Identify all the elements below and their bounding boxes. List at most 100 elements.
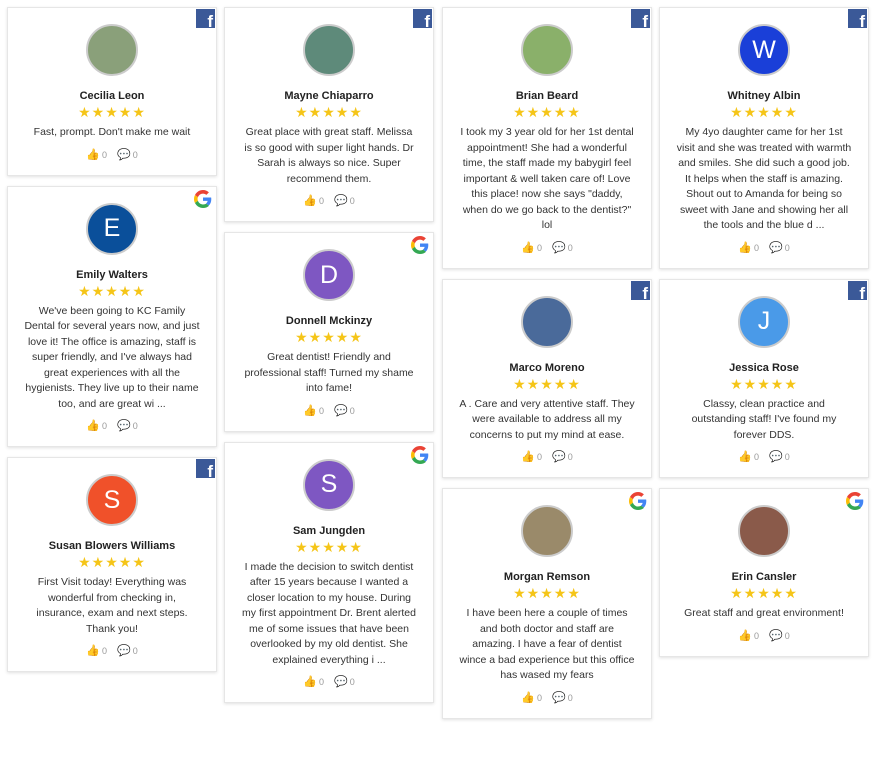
comment-count: 0 [784,630,790,641]
reviewer-name[interactable]: Sam Jungden [237,525,421,537]
facebook-icon[interactable]: f [631,9,650,30]
reviewer-name[interactable]: Brian Beard [455,90,639,102]
review-card: f Brian Beard ★★★★★ I took my 3 year old… [442,7,652,269]
review-actions: 👍 0 💬 0 [672,629,856,642]
comment-button[interactable]: 💬 0 [552,691,573,704]
review-actions: 👍 0 💬 0 [237,675,421,688]
reviewer-name[interactable]: Jessica Rose [672,362,856,374]
star-rating: ★★★★★ [78,104,146,120]
like-count: 0 [101,421,107,431]
comment-button[interactable]: 💬 0 [334,194,355,207]
google-icon[interactable] [410,445,430,466]
comment-count: 0 [132,149,138,160]
comment-icon: 💬 [117,420,131,432]
reviewer-name[interactable]: Emily Walters [20,269,204,281]
reviewer-name[interactable]: Whitney Albin [672,90,856,102]
comment-icon: 💬 [552,451,566,463]
comment-button[interactable]: 💬 0 [117,148,138,161]
like-button[interactable]: 👍 0 [86,148,107,161]
review-actions: 👍 0 💬 0 [237,404,421,417]
thumbs-up-icon: 👍 [521,241,535,254]
comment-count: 0 [784,242,790,253]
thumbs-up-icon: 👍 [521,451,535,463]
comment-button[interactable]: 💬 0 [552,241,573,254]
review-text: I took my 3 year old for her 1st dental … [460,126,634,231]
star-rating: ★★★★★ [730,375,798,392]
reviewer-name[interactable]: Donnell Mckinzy [237,315,421,327]
like-button[interactable]: 👍 0 [303,404,324,417]
comment-icon: 💬 [117,645,131,657]
like-button[interactable]: 👍 0 [521,691,542,704]
star-rating: ★★★★★ [730,104,798,120]
star-rating: ★★★★★ [513,375,581,392]
like-button[interactable]: 👍 0 [86,644,107,657]
comment-count: 0 [567,242,573,253]
thumbs-up-icon: 👍 [738,629,752,642]
comment-count: 0 [349,196,355,206]
like-button[interactable]: 👍 0 [738,241,759,254]
comment-button[interactable]: 💬 0 [117,644,138,657]
review-actions: 👍 0 💬 0 [455,241,639,254]
reviewer-name[interactable]: Morgan Remson [455,571,639,583]
review-text: We've been going to KC Family Dental for… [24,304,200,410]
review-card: Erin Cansler ★★★★★ Great staff and great… [659,488,869,657]
avatar: S [303,458,355,511]
google-icon[interactable] [410,236,430,256]
comment-button[interactable]: 💬 0 [117,419,138,432]
comment-count: 0 [132,646,138,656]
reviewer-name[interactable]: Cecilia Leon [20,90,204,102]
avatar: S [86,474,138,526]
like-button[interactable]: 👍 0 [738,450,759,463]
review-actions: 👍 0 💬 0 [20,419,204,432]
like-count: 0 [101,149,107,160]
like-button[interactable]: 👍 0 [738,629,759,642]
like-button[interactable]: 👍 0 [86,419,107,432]
comment-count: 0 [349,405,355,416]
comment-button[interactable]: 💬 0 [769,241,790,254]
star-rating: ★★★★★ [513,585,581,601]
like-count: 0 [318,196,324,206]
comment-button[interactable]: 💬 0 [552,450,573,463]
comment-icon: 💬 [769,629,783,642]
review-card: f W Whitney Albin ★★★★★ My 4yo daughter … [659,7,869,269]
star-rating: ★★★★★ [295,329,363,345]
thumbs-up-icon: 👍 [738,241,752,254]
facebook-icon[interactable]: f [848,9,867,30]
thumbs-up-icon: 👍 [738,451,752,463]
comment-count: 0 [132,421,138,431]
reviewer-name[interactable]: Susan Blowers Williams [20,540,204,552]
like-count: 0 [536,452,542,462]
review-card: f Mayne Chiaparro ★★★★★ Great place with… [224,7,434,222]
review-text: My 4yo daughter came for her 1st visit a… [676,126,852,231]
like-button[interactable]: 👍 0 [521,241,542,254]
avatar-photo [521,505,573,557]
thumbs-up-icon: 👍 [521,691,535,704]
thumbs-up-icon: 👍 [86,148,100,161]
comment-button[interactable]: 💬 0 [769,450,790,463]
reviewer-name[interactable]: Erin Cansler [672,571,856,583]
reviewer-name[interactable]: Mayne Chiaparro [237,90,421,102]
like-button[interactable]: 👍 0 [303,194,324,207]
avatar: E [86,202,138,255]
like-button[interactable]: 👍 0 [521,450,542,463]
google-icon[interactable] [193,189,213,210]
facebook-icon[interactable]: f [413,9,432,30]
facebook-icon[interactable]: f [196,9,215,30]
facebook-icon[interactable]: f [848,280,867,302]
review-text: I made the decision to switch dentist af… [242,560,416,666]
reviewer-name[interactable]: Marco Moreno [455,362,639,374]
google-icon[interactable] [845,492,865,512]
like-button[interactable]: 👍 0 [303,675,324,688]
comment-button[interactable]: 💬 0 [334,675,355,688]
facebook-icon[interactable]: f [631,280,650,302]
comment-button[interactable]: 💬 0 [334,404,355,417]
google-icon[interactable] [628,492,648,512]
review-text: Great dentist! Friendly and professional… [244,351,414,394]
comment-button[interactable]: 💬 0 [769,629,790,642]
review-actions: 👍 0 💬 0 [237,194,421,207]
review-card: f Marco Moreno ★★★★★ A . Care and very a… [442,278,652,478]
thumbs-up-icon: 👍 [86,420,100,432]
review-card: Morgan Remson ★★★★★ I have been here a c… [442,488,652,719]
facebook-icon[interactable]: f [196,459,215,480]
like-count: 0 [318,677,324,687]
